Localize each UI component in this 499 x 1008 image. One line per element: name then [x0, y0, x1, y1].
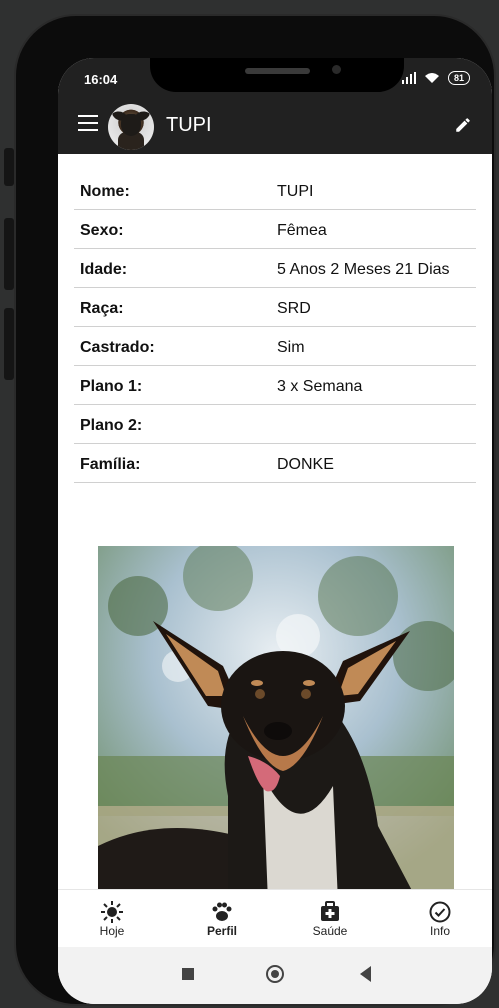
row-label: Plano 2:: [80, 417, 143, 434]
tab-info[interactable]: Info: [400, 894, 480, 944]
row-label: Família:: [80, 456, 141, 473]
screen: 16:04 81 TUPI Nome: TUPI Sexo: Fêmea Ida…: [58, 58, 492, 1004]
menu-icon[interactable]: [78, 115, 98, 131]
sun-icon: [101, 901, 123, 923]
row-label: Castrado:: [80, 339, 155, 356]
row-value: 3 x Semana: [277, 378, 363, 395]
row-value: DONKE: [277, 456, 334, 473]
recents-button[interactable]: [182, 968, 194, 980]
mute-button: [4, 148, 14, 186]
row-label: Raça:: [80, 300, 124, 317]
page-title: TUPI: [166, 114, 212, 136]
medical-bag-icon: [321, 901, 339, 921]
row-label: Idade:: [80, 261, 128, 278]
profile-row-name: Nome: TUPI: [74, 172, 476, 210]
row-value: Sim: [277, 339, 305, 356]
phone-body: 16:04 81 TUPI Nome: TUPI Sexo: Fêmea Ida…: [14, 14, 496, 1006]
pet-photo: [98, 546, 454, 902]
profile-row-age: Idade: 5 Anos 2 Meses 21 Dias: [74, 250, 476, 288]
row-value: 5 Anos 2 Meses 21 Dias: [277, 261, 450, 278]
row-label: Nome:: [80, 183, 130, 200]
profile-row-plan-2: Plano 2:: [74, 406, 476, 444]
battery-indicator: 81: [447, 71, 470, 85]
volume-down-button: [4, 308, 14, 380]
tab-saude[interactable]: Saúde: [290, 894, 370, 944]
back-button[interactable]: [360, 966, 371, 982]
status-icons: 81: [401, 71, 470, 85]
row-value: Fêmea: [277, 222, 327, 239]
volume-up-button: [4, 218, 14, 290]
profile-row-neutered: Castrado: Sim: [74, 328, 476, 366]
edit-icon[interactable]: [454, 116, 472, 134]
row-value: SRD: [277, 300, 311, 317]
row-value: TUPI: [277, 183, 314, 200]
tab-label: Perfil: [206, 924, 237, 938]
pet-avatar[interactable]: [108, 104, 154, 150]
check-circle-icon: [429, 901, 451, 923]
tab-hoje[interactable]: Hoje: [72, 894, 152, 944]
row-label: Plano 1:: [80, 378, 143, 395]
paw-icon: [212, 902, 232, 921]
profile-row-sex: Sexo: Fêmea: [74, 211, 476, 249]
status-time: 16:04: [84, 72, 118, 87]
profile-row-breed: Raça: SRD: [74, 289, 476, 327]
tab-label: Hoje: [99, 924, 125, 938]
system-nav-bar: [58, 947, 492, 1004]
status-bar: 16:04 81: [58, 58, 492, 98]
app-bar: TUPI: [58, 98, 492, 154]
tab-label: Info: [429, 924, 450, 938]
tab-label: Saúde: [312, 924, 348, 938]
home-button[interactable]: [266, 965, 284, 983]
profile-content: Nome: TUPI Sexo: Fêmea Idade: 5 Anos 2 M…: [58, 154, 492, 907]
front-camera: [332, 65, 341, 74]
speaker: [245, 68, 310, 74]
row-label: Sexo:: [80, 222, 124, 239]
bottom-tab-bar: Hoje Perfil Saúde Info: [58, 889, 492, 947]
tab-perfil[interactable]: Perfil: [182, 894, 262, 944]
notch: [150, 58, 404, 92]
profile-row-plan-1: Plano 1: 3 x Semana: [74, 367, 476, 405]
wifi-icon: [424, 73, 439, 83]
device-frame: 16:04 81 TUPI Nome: TUPI Sexo: Fêmea Ida…: [0, 0, 499, 1008]
profile-row-family: Família: DONKE: [74, 445, 476, 483]
signal-icon: [401, 72, 416, 84]
